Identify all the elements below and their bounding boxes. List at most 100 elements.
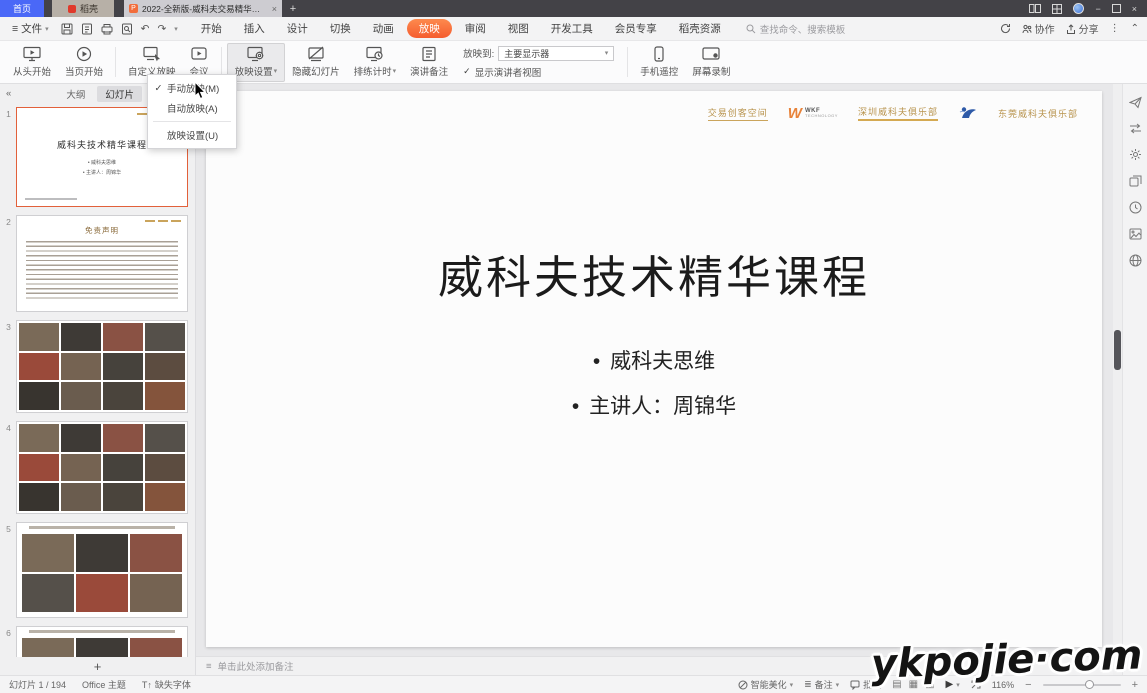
- outline-tab[interactable]: 大纲: [58, 86, 93, 102]
- collaborate-button[interactable]: 协作: [1022, 21, 1055, 36]
- menu-bar: ≡ 文件 ▾ ↶ ↷ ▾ 开始 插入 设计 切换 动画 放映 审阅 视图 开发工…: [0, 17, 1147, 41]
- add-slide-button[interactable]: +: [0, 657, 195, 675]
- tab-docer-resources[interactable]: 稻壳资源: [668, 19, 732, 38]
- undo-icon[interactable]: ↶: [141, 23, 150, 35]
- export-icon[interactable]: [81, 23, 93, 35]
- photo-cell: [76, 534, 128, 572]
- slide-thumbnail-3[interactable]: [16, 320, 188, 413]
- display-device-select[interactable]: 主要显示器 ▾: [498, 46, 614, 61]
- current-slide-canvas[interactable]: 交易创客空间 W WKF TECHNOLOGY 深圳威科夫俱乐部 东莞威科夫俱乐…: [206, 91, 1102, 647]
- rehearse-timing-button[interactable]: 排练计时▾: [347, 43, 404, 82]
- photo-cell: [19, 353, 59, 381]
- collapse-panel-icon[interactable]: «: [6, 88, 11, 99]
- menu-bar-right: 协作 分享 ⋮ ⌃: [1000, 21, 1139, 36]
- print-preview-icon[interactable]: [121, 23, 133, 35]
- slide-thumbnail-4[interactable]: [16, 421, 188, 514]
- minimize-button[interactable]: −: [1095, 4, 1100, 14]
- photo-cell: [130, 638, 182, 657]
- redo-icon[interactable]: ↷: [157, 23, 166, 35]
- collapse-ribbon-icon[interactable]: ⌃: [1131, 23, 1139, 34]
- vertical-scrollbar[interactable]: [1113, 84, 1122, 675]
- chart-image-icon[interactable]: [1129, 228, 1142, 240]
- new-tab-button[interactable]: +: [282, 0, 304, 17]
- window-tab-bar: 首页 稻壳 P 2022-全新版-威科夫交易精华班课件 × + − ×: [0, 0, 1147, 17]
- workspace-grid-icon[interactable]: [1052, 4, 1062, 14]
- thumbnail-text-lines: [26, 241, 178, 299]
- thumbnail-logo-marks: [145, 220, 181, 222]
- menu-item-manual-show[interactable]: ✓ 手动放映(M): [148, 78, 236, 98]
- file-menu[interactable]: ≡ 文件 ▾: [8, 21, 53, 36]
- slide-thumbnail-5[interactable]: [16, 522, 188, 618]
- right-tool-strip: [1122, 84, 1147, 675]
- tab-transitions[interactable]: 切换: [319, 19, 362, 38]
- screen-record-button[interactable]: 屏幕录制: [685, 43, 737, 82]
- tab-membership[interactable]: 会员专享: [604, 19, 668, 38]
- slide-title[interactable]: 威科夫技术精华课程: [206, 241, 1102, 306]
- effects-icon[interactable]: [1129, 148, 1142, 161]
- slide-number: 4: [3, 421, 14, 514]
- notes-toggle-button[interactable]: ≣ 备注 ▾: [804, 678, 839, 691]
- check-icon: ✓: [153, 83, 164, 94]
- maximize-button[interactable]: [1112, 4, 1121, 13]
- theme-name[interactable]: Office 主题: [82, 678, 126, 691]
- align-arrows-icon[interactable]: [1129, 123, 1142, 134]
- share-button[interactable]: 分享: [1066, 21, 1099, 36]
- tab-developer[interactable]: 开发工具: [540, 19, 604, 38]
- slide-bullet-list[interactable]: •威科夫思维 •主讲人：周锦华: [206, 339, 1102, 429]
- quick-share-icon[interactable]: [1129, 96, 1142, 109]
- speaker-notes-button[interactable]: 演讲备注: [403, 43, 455, 82]
- slide-thumbnail-6[interactable]: [16, 626, 188, 657]
- quick-toolbar-more-icon[interactable]: ▾: [174, 25, 178, 33]
- user-avatar[interactable]: [1073, 3, 1084, 14]
- resource-globe-icon[interactable]: [1129, 254, 1142, 267]
- slide-thumbnail-2[interactable]: 免责声明: [16, 215, 188, 312]
- tab-design[interactable]: 设计: [276, 19, 319, 38]
- slide-number: 2: [3, 215, 14, 312]
- site-watermark: ykpojie·com: [870, 632, 1143, 687]
- docer-tab[interactable]: 稻壳: [52, 0, 114, 17]
- tab-view[interactable]: 视图: [497, 19, 540, 38]
- smart-beautify-button[interactable]: 智能美化 ▾: [738, 678, 794, 691]
- save-icon[interactable]: [61, 23, 73, 35]
- tab-animations[interactable]: 动画: [362, 19, 405, 38]
- menu-item-show-settings[interactable]: 放映设置(U): [148, 125, 236, 145]
- slides-tab[interactable]: 幻灯片: [97, 86, 142, 102]
- document-tab[interactable]: P 2022-全新版-威科夫交易精华班课件 ×: [124, 0, 282, 17]
- more-options-icon[interactable]: ⋮: [1110, 23, 1120, 34]
- tab-slideshow[interactable]: 放映: [407, 19, 452, 38]
- menu-item-auto-show[interactable]: 自动放映(A): [148, 98, 236, 118]
- history-clock-icon[interactable]: [1129, 201, 1142, 214]
- missing-font-warning[interactable]: T↑ 缺失字体: [142, 678, 191, 691]
- bird-logo-icon: [958, 105, 978, 121]
- zoom-slider-knob[interactable]: [1085, 680, 1094, 689]
- close-tab-icon[interactable]: ×: [272, 4, 277, 14]
- photo-cell: [145, 424, 185, 452]
- tab-review[interactable]: 审阅: [454, 19, 497, 38]
- command-search-box[interactable]: 查找命令、搜索模板: [746, 22, 846, 36]
- tab-start[interactable]: 开始: [190, 19, 233, 38]
- show-settings-dropdown-menu: ✓ 手动放映(M) 自动放映(A) 放映设置(U): [147, 74, 237, 149]
- tab-insert[interactable]: 插入: [233, 19, 276, 38]
- thumbnail-bullets: • 威科夫思维 • 主讲人：周锦华: [17, 158, 187, 178]
- bullet-line: •主讲人：周锦华: [206, 384, 1102, 429]
- sync-icon[interactable]: [1000, 23, 1011, 34]
- play-from-current-button[interactable]: 当页开始: [58, 43, 110, 82]
- collaborate-icon: [1022, 24, 1032, 34]
- chevron-down-icon: ▾: [274, 67, 278, 75]
- close-window-button[interactable]: ×: [1132, 4, 1137, 14]
- share-icon: [1066, 24, 1076, 34]
- phone-remote-button[interactable]: 手机遥控: [633, 43, 685, 82]
- scrollbar-thumb[interactable]: [1114, 330, 1121, 370]
- print-icon[interactable]: [101, 23, 113, 35]
- zoom-in-button[interactable]: +: [1132, 679, 1138, 691]
- window-controls: − ×: [1029, 0, 1147, 17]
- mouse-cursor: [194, 82, 208, 100]
- zoom-slider[interactable]: [1043, 684, 1121, 686]
- speaker-view-checkbox[interactable]: ✓ 显示演讲者视图: [463, 65, 614, 79]
- layout-switch-icon[interactable]: [1029, 4, 1041, 13]
- home-tab[interactable]: 首页: [0, 0, 44, 17]
- animation-pane-icon[interactable]: [1129, 175, 1142, 187]
- hide-slide-button[interactable]: 隐藏幻灯片: [285, 43, 347, 82]
- play-from-beginning-button[interactable]: 从头开始: [6, 43, 58, 82]
- slide-logo-row: 交易创客空间 W WKF TECHNOLOGY 深圳威科夫俱乐部 东莞威科夫俱乐…: [708, 105, 1078, 121]
